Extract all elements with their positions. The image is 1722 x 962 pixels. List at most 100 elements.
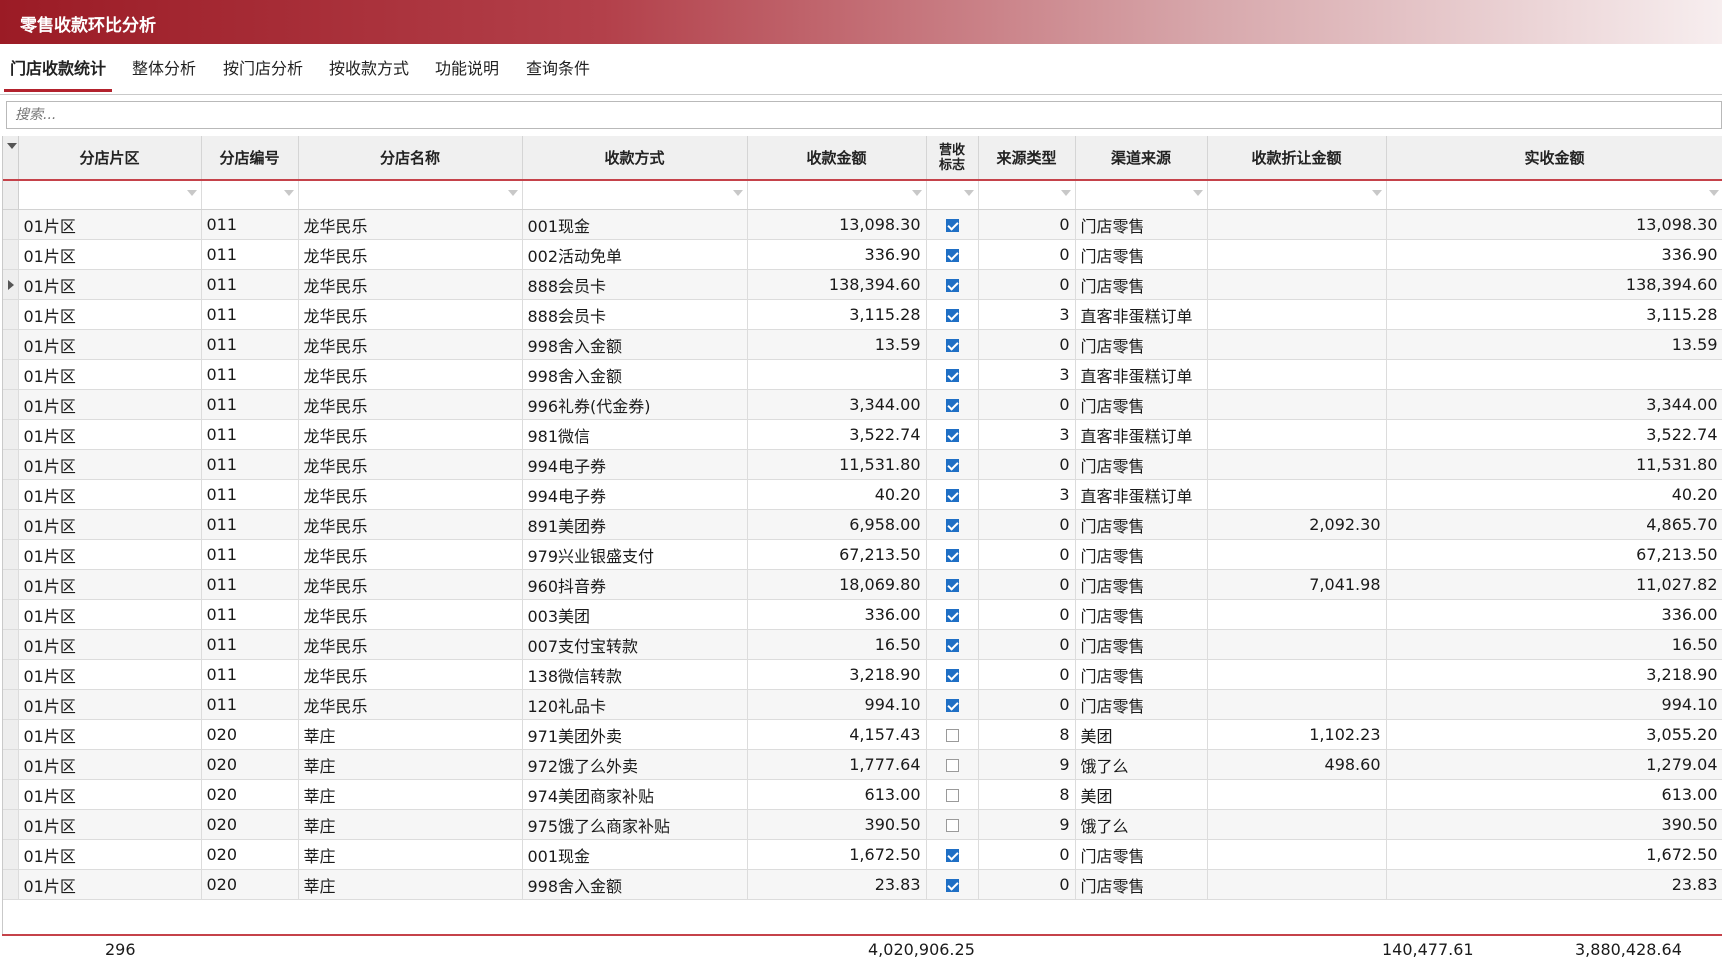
row-indicator[interactable] (3, 299, 19, 330)
filter-dropdown-icon[interactable] (1371, 190, 1382, 196)
cell-revenue-flag[interactable] (926, 599, 979, 630)
cell-revenue-flag[interactable] (926, 749, 979, 780)
filter-cell[interactable] (18, 180, 202, 210)
row-indicator[interactable] (3, 509, 19, 540)
checkbox-checked-icon[interactable] (945, 219, 959, 232)
table-row[interactable]: 01片区 020 莘庄 975饿了么商家补贴 390.50 9 饿了么 390.50 (3, 809, 1722, 840)
checkbox-checked-icon[interactable] (945, 309, 959, 322)
table-row[interactable]: 01片区 020 莘庄 972饿了么外卖 1,777.64 9 饿了么 498.60 1,279… (3, 749, 1722, 780)
col-header-source-type[interactable]: 来源类型 (978, 136, 1076, 181)
row-indicator[interactable] (3, 419, 19, 450)
filter-dropdown-icon[interactable] (186, 190, 197, 196)
cell-revenue-flag[interactable] (926, 809, 979, 840)
checkbox-checked-icon[interactable] (945, 579, 959, 592)
tab-query-conditions[interactable]: 查询条件 (516, 44, 600, 92)
row-indicator[interactable] (3, 629, 19, 660)
table-row[interactable]: 01片区 011 龙华民乐 888会员卡 138,394.60 0 门店零售 138,394.… (3, 269, 1722, 300)
cell-revenue-flag[interactable] (926, 479, 979, 510)
table-row[interactable]: 01片区 011 龙华民乐 120礼品卡 994.10 0 门店零售 994.10 (3, 689, 1722, 720)
table-row[interactable]: 01片区 020 莘庄 998舍入金额 23.83 0 门店零售 23.83 (3, 869, 1722, 900)
filter-cell[interactable] (1386, 180, 1722, 210)
checkbox-unchecked-icon[interactable] (945, 759, 959, 772)
cell-revenue-flag[interactable] (926, 659, 979, 690)
filter-dropdown-icon[interactable] (1192, 190, 1203, 196)
filter-dropdown-icon[interactable] (507, 190, 518, 196)
row-indicator[interactable] (3, 719, 19, 750)
checkbox-checked-icon[interactable] (945, 249, 959, 262)
column-chooser-icon[interactable] (6, 142, 17, 149)
col-header-channel[interactable]: 渠道来源 (1075, 136, 1208, 181)
table-row[interactable]: 01片区 011 龙华民乐 002活动免单 336.90 0 门店零售 336.90 (3, 239, 1722, 270)
header-indicator[interactable] (3, 136, 19, 181)
col-header-discount[interactable]: 收款折让金额 (1207, 136, 1387, 181)
row-indicator[interactable] (3, 389, 19, 420)
tab-by-store[interactable]: 按门店分析 (214, 44, 312, 92)
cell-revenue-flag[interactable] (926, 449, 979, 480)
cell-revenue-flag[interactable] (926, 779, 979, 810)
table-row[interactable]: 01片区 011 龙华民乐 888会员卡 3,115.28 3 直客非蛋糕订单 3,115.2… (3, 299, 1722, 330)
filter-dropdown-icon[interactable] (283, 190, 294, 196)
row-indicator[interactable] (3, 539, 19, 570)
row-indicator[interactable] (3, 479, 19, 510)
checkbox-checked-icon[interactable] (945, 699, 959, 712)
row-indicator[interactable] (3, 329, 19, 360)
col-header-actual[interactable]: 实收金额 (1386, 136, 1722, 181)
checkbox-checked-icon[interactable] (945, 399, 959, 412)
table-row[interactable]: 01片区 011 龙华民乐 891美团券 6,958.00 0 门店零售 2,092.30 4,… (3, 509, 1722, 540)
tab-help[interactable]: 功能说明 (426, 44, 508, 92)
checkbox-checked-icon[interactable] (945, 279, 959, 292)
table-row[interactable]: 01片区 011 龙华民乐 994电子券 11,531.80 0 门店零售 11,531.80 (3, 449, 1722, 480)
col-header-payment-method[interactable]: 收款方式 (522, 136, 748, 181)
table-row[interactable]: 01片区 011 龙华民乐 007支付宝转款 16.50 0 门店零售 16.50 (3, 629, 1722, 660)
table-row[interactable]: 01片区 011 龙华民乐 996礼券(代金券) 3,344.00 0 门店零售 3,344.… (3, 389, 1722, 420)
row-indicator[interactable] (3, 659, 19, 690)
table-row[interactable]: 01片区 020 莘庄 971美团外卖 4,157.43 8 美团 1,102.23 3,055… (3, 719, 1722, 750)
checkbox-checked-icon[interactable] (945, 669, 959, 682)
table-row[interactable]: 01片区 011 龙华民乐 138微信转款 3,218.90 0 门店零售 3,218.90 (3, 659, 1722, 690)
row-indicator[interactable] (3, 269, 19, 300)
table-row[interactable]: 01片区 011 龙华民乐 994电子券 40.20 3 直客非蛋糕订单 40.20 (3, 479, 1722, 510)
col-header-amount[interactable]: 收款金额 (747, 136, 927, 181)
cell-revenue-flag[interactable] (926, 269, 979, 300)
row-indicator[interactable] (3, 779, 19, 810)
cell-revenue-flag[interactable] (926, 299, 979, 330)
filter-cell[interactable] (1075, 180, 1208, 210)
table-row[interactable]: 01片区 011 龙华民乐 998舍入金额 3 直客非蛋糕订单 (3, 359, 1722, 390)
row-indicator[interactable] (3, 599, 19, 630)
filter-cell[interactable] (201, 180, 299, 210)
cell-revenue-flag[interactable] (926, 569, 979, 600)
filter-dropdown-icon[interactable] (911, 190, 922, 196)
filter-cell[interactable] (747, 180, 927, 210)
checkbox-checked-icon[interactable] (945, 639, 959, 652)
cell-revenue-flag[interactable] (926, 719, 979, 750)
filter-dropdown-icon[interactable] (963, 190, 974, 196)
checkbox-checked-icon[interactable] (945, 609, 959, 622)
table-row[interactable]: 01片区 020 莘庄 001现金 1,672.50 0 门店零售 1,672.50 (3, 839, 1722, 870)
checkbox-checked-icon[interactable] (945, 339, 959, 352)
checkbox-checked-icon[interactable] (945, 459, 959, 472)
cell-revenue-flag[interactable] (926, 539, 979, 570)
table-row[interactable]: 01片区 011 龙华民乐 003美团 336.00 0 门店零售 336.00 (3, 599, 1722, 630)
filter-dropdown-icon[interactable] (1708, 190, 1719, 196)
checkbox-checked-icon[interactable] (945, 369, 959, 382)
col-header-store-code[interactable]: 分店编号 (201, 136, 299, 181)
checkbox-unchecked-icon[interactable] (945, 729, 959, 742)
filter-dropdown-icon[interactable] (732, 190, 743, 196)
filter-dropdown-icon[interactable] (1060, 190, 1071, 196)
filter-cell[interactable] (298, 180, 523, 210)
row-indicator[interactable] (3, 809, 19, 840)
cell-revenue-flag[interactable] (926, 329, 979, 360)
tab-by-payment-method[interactable]: 按收款方式 (320, 44, 418, 92)
col-header-store-name[interactable]: 分店名称 (298, 136, 523, 181)
row-indicator[interactable] (3, 689, 19, 720)
col-header-revenue-flag[interactable]: 营收标志 (926, 136, 979, 181)
filter-cell[interactable] (1207, 180, 1387, 210)
checkbox-checked-icon[interactable] (945, 879, 959, 892)
cell-revenue-flag[interactable] (926, 629, 979, 660)
row-indicator[interactable] (3, 449, 19, 480)
table-row[interactable]: 01片区 011 龙华民乐 960抖音券 18,069.80 0 门店零售 7,041.98 1… (3, 569, 1722, 600)
tab-store-collection-stats[interactable]: 门店收款统计 (4, 44, 112, 92)
checkbox-checked-icon[interactable] (945, 429, 959, 442)
row-indicator[interactable] (3, 749, 19, 780)
cell-revenue-flag[interactable] (926, 359, 979, 390)
